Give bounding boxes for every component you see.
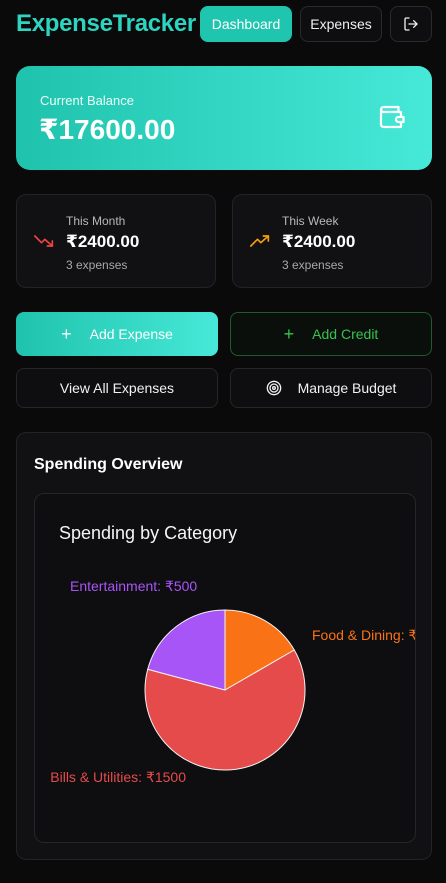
add-expense-label: Add Expense (89, 326, 173, 342)
plus-icon: + (61, 324, 72, 344)
stat-label: This Week (282, 214, 339, 228)
spending-overview-card: Spending Overview Spending by Category F… (16, 432, 432, 860)
add-credit-button[interactable]: + Add Credit (230, 312, 432, 356)
stat-value: ₹2400.00 (282, 232, 356, 251)
manage-budget-label: Manage Budget (297, 380, 397, 396)
add-expense-button[interactable]: + Add Expense (16, 312, 218, 356)
stat-card-this-month: This Month ₹2400.00 3 expenses (16, 194, 216, 288)
stat-card-this-week: This Week ₹2400.00 3 expenses (232, 194, 432, 288)
plus-icon: + (283, 324, 295, 344)
slice-label: Food & Dining: ₹400 (312, 627, 416, 643)
stat-count: 3 expenses (282, 258, 344, 272)
manage-budget-button[interactable]: Manage Budget (230, 368, 432, 408)
add-credit-label: Add Credit (312, 326, 379, 342)
stat-label: This Month (66, 214, 126, 228)
wallet-icon (379, 105, 405, 129)
nav-dashboard-button[interactable]: Dashboard (200, 6, 292, 42)
chart-container: Spending by Category Food & Dining: ₹400… (34, 493, 416, 843)
app-header: ExpenseTracker Dashboard Expenses (0, 0, 446, 50)
view-all-expenses-label: View All Expenses (59, 380, 175, 396)
spending-overview-title: Spending Overview (34, 456, 183, 473)
target-icon (266, 380, 281, 396)
balance-value: ₹17600.00 (39, 114, 176, 145)
stat-count: 3 expenses (66, 258, 128, 272)
logout-icon (404, 17, 418, 31)
pie-chart: Food & Dining: ₹400 Bills & Utilities: ₹1… (50, 578, 416, 785)
view-all-expenses-button[interactable]: View All Expenses (16, 368, 218, 408)
trending-down-icon (34, 235, 54, 247)
nav-expenses-button[interactable]: Expenses (300, 6, 382, 42)
slice-label: Bills & Utilities: ₹1500 (50, 769, 186, 785)
app-logo[interactable]: ExpenseTracker (16, 10, 196, 38)
balance-label: Current Balance (40, 93, 134, 108)
slice-label: Entertainment: ₹500 (70, 578, 197, 594)
trending-up-icon (250, 235, 270, 247)
balance-card: Current Balance ₹17600.00 (16, 66, 432, 170)
stat-value: ₹2400.00 (66, 232, 140, 251)
logout-button[interactable] (390, 6, 432, 42)
